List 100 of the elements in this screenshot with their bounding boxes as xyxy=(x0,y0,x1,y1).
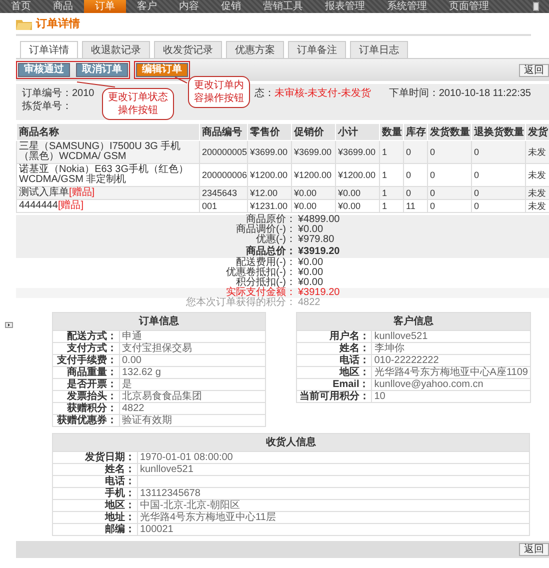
summary-value: ¥979.80 xyxy=(297,235,334,245)
field-value: 1970-01-01 08:00:00 xyxy=(140,452,233,463)
tab[interactable]: 订单详情 xyxy=(20,41,78,58)
summary-value: ¥0.00 xyxy=(297,268,324,278)
summary-label: 商品调价(-)： xyxy=(235,225,296,235)
summary-label: 积分抵扣(-)： xyxy=(236,278,296,288)
action-button[interactable]: 审核通过 xyxy=(18,63,70,77)
field-value: kunllove521 xyxy=(372,331,530,342)
back-button[interactable]: 返回 xyxy=(519,64,549,76)
table-cell: 0 xyxy=(428,186,472,200)
column-header: 促销价 xyxy=(292,124,336,140)
back-button[interactable]: 返回 xyxy=(519,543,549,556)
field-label: 手机： xyxy=(53,488,137,499)
action-button[interactable]: 取消订单 xyxy=(76,63,128,77)
nav-tab[interactable]: 系统管理 xyxy=(376,0,438,13)
summary-label: 实际支付金额： xyxy=(226,288,296,298)
nav-tab[interactable]: 促销 xyxy=(210,0,252,13)
nav-tab[interactable]: 商品 xyxy=(42,0,84,13)
field-value: 申通 xyxy=(120,331,265,342)
summary-label: 优惠(-)： xyxy=(255,235,296,245)
field-value: 验证有效期 xyxy=(120,415,265,426)
section-title: 客户信息 xyxy=(297,313,530,330)
order-time: 2010-10-18 11:22:35 xyxy=(438,87,531,100)
expand-icon[interactable] xyxy=(5,322,13,328)
nav-tab[interactable]: 内容 xyxy=(168,0,210,13)
summary-value: ¥0.00 xyxy=(297,225,324,235)
callout-bubble: 更改订单状态 操作按钮 xyxy=(102,88,174,120)
table-cell: 1 xyxy=(380,200,404,212)
field-value: 010-22222222 xyxy=(372,355,530,366)
tab[interactable]: 优惠方案 xyxy=(226,41,284,58)
field-label: 态： xyxy=(254,87,274,100)
nav-tab[interactable]: 报表管理 xyxy=(314,0,376,13)
column-header: 数量 xyxy=(380,124,404,140)
field-label: 支付方式： xyxy=(53,343,119,354)
field-label: 获赠优惠券： xyxy=(53,415,119,426)
table-cell: ¥0.00 xyxy=(292,200,336,212)
field-value: 是 xyxy=(120,379,265,390)
section-title: 收货人信息 xyxy=(53,434,529,451)
field-label: 姓名： xyxy=(297,343,372,354)
summary-value: ¥0.00 xyxy=(297,278,324,288)
column-header: 小计 xyxy=(336,124,380,140)
column-header: 发货 xyxy=(526,124,549,140)
table-cell: 0 xyxy=(404,140,428,164)
nav-tab[interactable]: 营销工具 xyxy=(252,0,314,13)
table-cell: ¥0.00 xyxy=(336,186,380,200)
field-label: 电话： xyxy=(53,476,137,487)
table-cell: 1 xyxy=(380,140,404,164)
section-title: 订单信息 xyxy=(53,313,265,330)
table-cell: ¥3699.00 xyxy=(292,140,336,164)
field-label: 订单编号： xyxy=(22,87,72,100)
table-cell: 0 xyxy=(472,200,526,212)
table-cell: 未发 xyxy=(526,140,549,164)
field-label: 邮编： xyxy=(53,524,137,535)
table-cell: ¥0.00 xyxy=(292,186,336,200)
field-label: 获赠积分： xyxy=(53,403,119,414)
field-label: 用户名： xyxy=(297,331,372,342)
leader-line xyxy=(76,81,116,88)
column-header: 发货数量 xyxy=(428,124,472,140)
table-cell: ¥0.00 xyxy=(336,200,380,212)
table-cell: 0 xyxy=(428,140,472,164)
table-cell: 2345643 xyxy=(200,186,248,200)
field-label: 发货日期： xyxy=(53,452,137,463)
table-cell: 0 xyxy=(472,186,526,200)
nav-tab[interactable]: 页面管理 xyxy=(438,0,500,13)
nav-tab[interactable]: 首页 xyxy=(0,0,42,13)
field-label: 配送方式： xyxy=(53,331,119,342)
tab[interactable]: 订单备注 xyxy=(288,41,346,58)
summary-label: 商品原价： xyxy=(246,215,296,225)
field-value: 北京易食食品集团 xyxy=(120,391,265,402)
table-cell: ¥3699.00 xyxy=(336,140,380,164)
summary-label: 配送费用(-)： xyxy=(236,258,296,268)
field-label: 下单时间： xyxy=(388,87,439,100)
field-value: 中国-北京-北京-朝阳区 xyxy=(140,500,240,511)
field-value: 100021 xyxy=(140,524,174,535)
field-label: Email： xyxy=(297,379,372,390)
field-value: 0.00 xyxy=(120,355,265,366)
field-value: 支付宝担保交易 xyxy=(120,343,265,354)
field-label: 地址： xyxy=(53,512,137,523)
summary-label: 优惠卷抵扣(-)： xyxy=(225,268,296,278)
field-value: 10 xyxy=(372,391,530,402)
field-value: kunllove@yahoo.com.cn xyxy=(372,379,530,390)
page-title: 订单详情 xyxy=(36,16,80,31)
nav-tab[interactable]: 客户 xyxy=(126,0,168,13)
field-value: 光华路4号东方梅地亚中心11层 xyxy=(140,512,276,523)
field-label: 拣货单号： xyxy=(22,100,72,113)
table-cell: ¥1231.00 xyxy=(248,200,292,212)
column-header: 商品名称 xyxy=(16,124,200,140)
tab[interactable]: 收发货记录 xyxy=(154,41,222,58)
table-cell: ¥3699.00 xyxy=(248,140,292,164)
column-header: 库存 xyxy=(404,124,428,140)
tab[interactable]: 收退款记录 xyxy=(82,41,150,58)
column-header: 零售价 xyxy=(248,124,292,140)
table-cell: 200000005 xyxy=(200,140,248,164)
field-value: 13112345678 xyxy=(140,488,200,499)
order-number: 2010 xyxy=(72,87,94,100)
table-cell: 11 xyxy=(404,200,428,212)
field-value: kunllove521 xyxy=(140,464,194,475)
tab[interactable]: 订单日志 xyxy=(350,41,408,58)
table-cell: 0 xyxy=(472,140,526,164)
field-value: 132.62 g xyxy=(120,367,265,378)
